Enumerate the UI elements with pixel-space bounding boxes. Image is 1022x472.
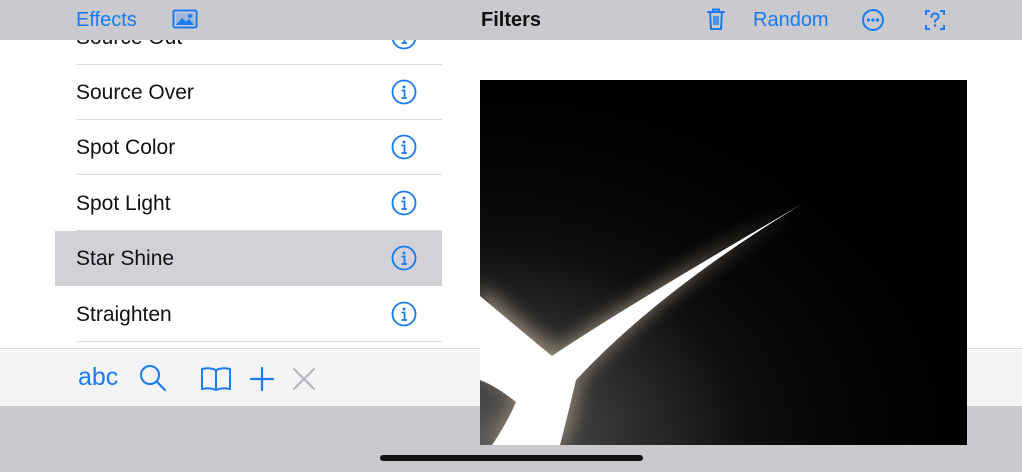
row-separator [76,174,442,175]
toolbar-extension [967,348,1022,406]
filter-row-star-shine[interactable]: Star Shine [55,231,442,286]
info-icon[interactable] [391,245,417,271]
info-icon[interactable] [391,190,417,216]
filter-row-source-over[interactable]: Source Over [55,65,442,120]
info-icon[interactable] [391,301,417,327]
plus-icon[interactable] [249,366,275,392]
book-icon[interactable] [200,366,232,392]
home-indicator [380,455,643,461]
close-icon[interactable] [292,367,316,391]
main-content: Source Out Source Over Spot Color Spot L… [0,40,1022,445]
effects-button[interactable]: Effects [76,0,137,40]
filter-row-spot-color[interactable]: Spot Color [55,120,442,175]
filter-row-source-out[interactable]: Source Out [55,40,442,65]
info-icon[interactable] [391,79,417,105]
filter-label: Straighten [76,303,172,326]
abc-button[interactable]: abc [78,362,118,392]
help-icon[interactable] [924,8,946,32]
random-button[interactable]: Random [753,0,829,40]
info-icon[interactable] [391,40,417,50]
filter-preview-image [480,80,967,445]
bottom-toolbar: abc [0,348,480,406]
page-title: Filters [481,9,542,31]
ellipsis-circle-icon[interactable] [861,8,885,32]
photo-icon[interactable] [172,9,198,31]
filter-label: Star Shine [76,247,175,270]
navigation-bar: Effects Filters Random [0,0,1022,40]
filter-label: Spot Light [76,192,171,215]
filter-label: Spot Color [76,136,176,159]
info-icon[interactable] [391,134,417,160]
filter-label: Source Out [76,40,182,65]
filter-row-spot-light[interactable]: Spot Light [55,176,442,231]
filter-label: Source Over [76,81,194,104]
filter-row-straighten[interactable]: Straighten [55,287,442,342]
search-icon[interactable] [138,363,168,393]
trash-icon[interactable] [706,7,726,33]
filter-list[interactable]: Source Out Source Over Spot Color Spot L… [55,40,442,368]
